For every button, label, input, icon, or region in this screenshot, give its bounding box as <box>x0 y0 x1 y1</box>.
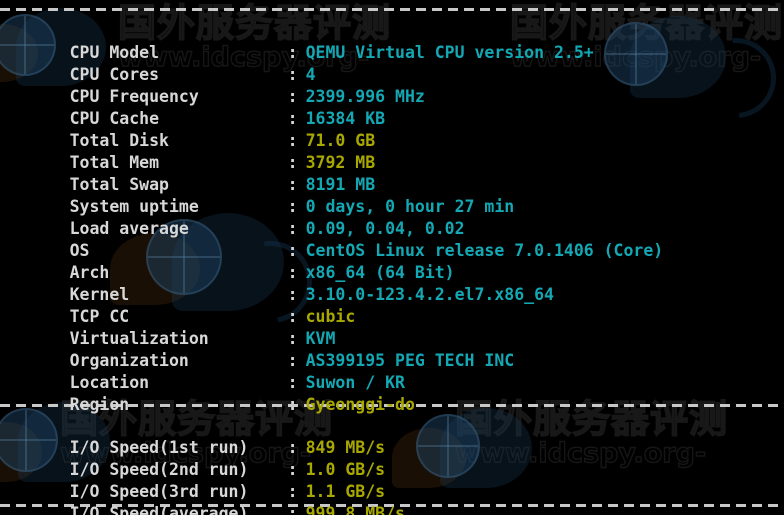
info-row-total-mem: Total Mem:3792 MB (420 MB Used) <box>10 130 515 172</box>
io-row-2nd-run: I/O Speed(2nd run):1.0 GB/s <box>10 437 385 479</box>
terminal-window: 国外服务器评测 www.idcspy.org- 国外服务器评测 www.idcs… <box>0 0 784 515</box>
io-row-1st-run: I/O Speed(1st run):849 MB/s <box>10 415 385 457</box>
info-value: QEMU Virtual CPU version 2.5+ <box>305 43 594 62</box>
info-row-kernel: Kernel:3.10.0-123.4.2.el7.x86_64 <box>10 262 554 304</box>
info-row-cpu-frequency: CPU Frequency:2399.996 MHz <box>10 64 425 106</box>
io-value: 999.8 MB/s <box>305 504 405 515</box>
separator-top <box>0 8 784 11</box>
io-label: I/O Speed(average) <box>69 504 249 515</box>
info-row-os: OS: CentOS Linux release 7.0.1406 (Core) <box>10 218 664 260</box>
info-row-system-uptime: System uptime:0 days, 0 hour 27 min <box>10 174 515 216</box>
info-row-cpu-cores: CPU Cores:4 <box>10 42 316 84</box>
info-row-total-swap: Total Swap:8191 MB (0 MB Used) <box>10 152 495 194</box>
info-colon: : <box>287 395 298 414</box>
io-row-average: I/O Speed(average):999.8 MB/s <box>10 481 405 515</box>
info-row-cpu-cache: CPU Cache:16384 KB <box>10 86 385 128</box>
io-row-3rd-run: I/O Speed(3rd run):1.1 GB/s <box>10 459 385 501</box>
info-value: Gyeonggi-do <box>305 395 415 414</box>
info-row-load-average: Load average:0.09, 0.04, 0.02 <box>10 196 465 238</box>
info-row-virtualization: Virtualization: KVM <box>10 306 336 348</box>
terminal-content: CPU Model: QEMU Virtual CPU version 2.5+ … <box>0 0 784 515</box>
info-row-arch: Arch: x86_64 (64 Bit) <box>10 240 455 282</box>
info-row-cpu-model: CPU Model: QEMU Virtual CPU version 2.5+ <box>10 20 594 62</box>
info-row-location: Location: Suwon / KR <box>10 350 405 392</box>
info-row-organization: Organization: AS399195 PEG TECH INC <box>10 328 515 370</box>
info-row-total-disk: Total Disk:71.0 GB (1.1 GB Used) <box>10 108 515 150</box>
info-row-tcp-cc: TCP CC: cubic <box>10 284 356 326</box>
info-label: Region <box>69 395 130 414</box>
io-colon: : <box>287 504 298 515</box>
info-row-region: Region: Gyeonggi-do <box>10 372 415 414</box>
